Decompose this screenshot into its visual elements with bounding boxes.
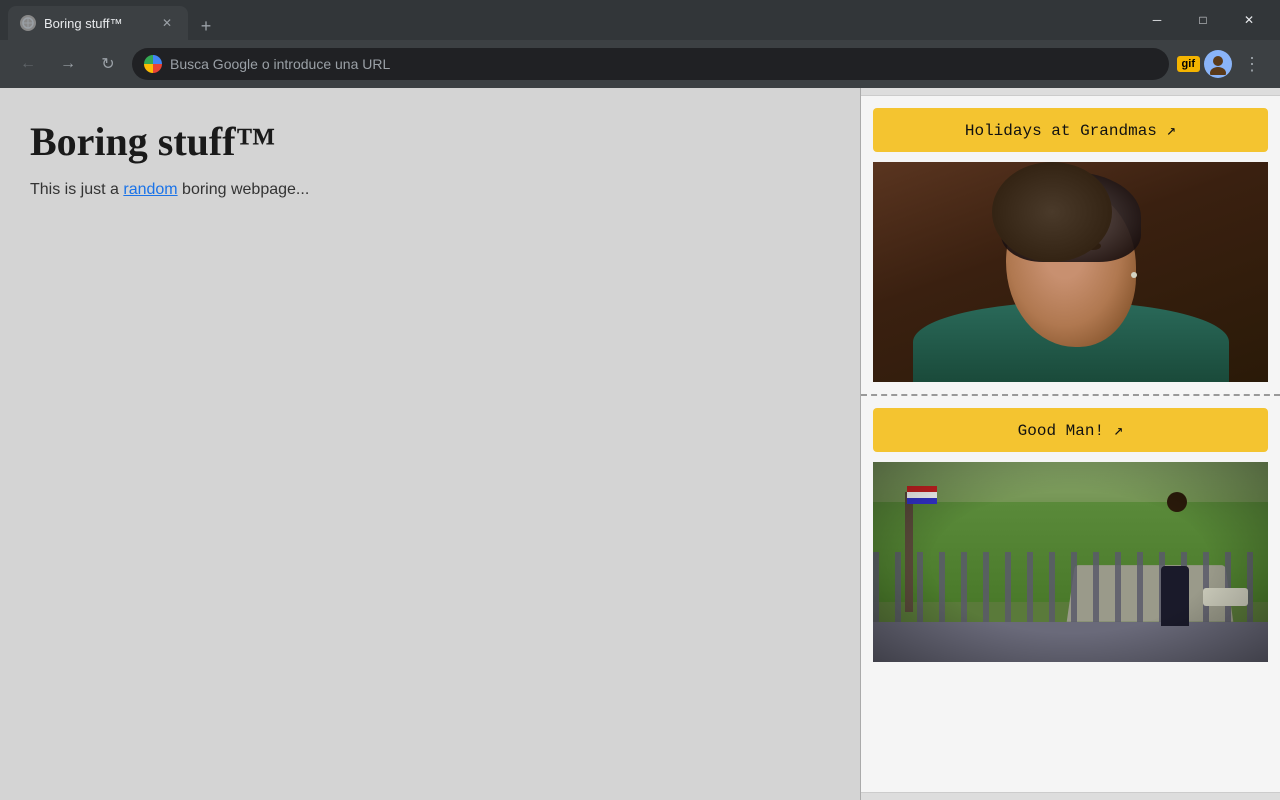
chrome-addressbar: ← → ↻ Busca Google o introduce una URL g… <box>0 40 1280 88</box>
tab-bar: Boring stuff™ ✕ + <box>8 0 1134 40</box>
close-button[interactable]: ✕ <box>1226 0 1272 40</box>
toolbar-right: gif ⋮ <box>1177 48 1268 80</box>
new-tab-button[interactable]: + <box>192 12 220 40</box>
profile-avatar[interactable] <box>1204 50 1232 78</box>
reload-button[interactable]: ↻ <box>92 48 124 80</box>
back-button[interactable]: ← <box>12 48 44 80</box>
page-heading: Boring stuff™ <box>30 118 830 165</box>
chrome-menu-button[interactable]: ⋮ <box>1236 48 1268 80</box>
popup-scroll-area[interactable]: Holidays at Grandmas ↗ <box>861 96 1280 792</box>
main-webpage: Boring stuff™ This is just a random bori… <box>0 88 860 800</box>
random-link[interactable]: random <box>123 181 177 198</box>
minimize-button[interactable]: ─ <box>1134 0 1180 40</box>
gif-extension-badge[interactable]: gif <box>1177 56 1200 72</box>
address-bar[interactable]: Busca Google o introduce una URL <box>132 48 1169 80</box>
popup-section-goodman: Good Man! ↗ <box>861 396 1280 674</box>
tab-favicon <box>20 15 36 31</box>
maximize-button[interactable]: □ <box>1180 0 1226 40</box>
scroll-bottom-indicator <box>861 792 1280 800</box>
address-text: Busca Google o introduce una URL <box>170 56 1157 72</box>
popup-panel: Holidays at Grandmas ↗ <box>860 88 1280 800</box>
good-man-button[interactable]: Good Man! ↗ <box>873 408 1268 452</box>
chrome-titlebar: Boring stuff™ ✕ + ─ □ ✕ <box>0 0 1280 40</box>
page-body-text: This is just a random boring webpage... <box>30 181 830 199</box>
google-favicon-icon <box>144 55 162 73</box>
tab-title: Boring stuff™ <box>44 16 150 31</box>
active-tab[interactable]: Boring stuff™ ✕ <box>8 6 188 40</box>
grandmas-image <box>873 162 1268 382</box>
scroll-top-indicator <box>861 88 1280 96</box>
page-content: Boring stuff™ This is just a random bori… <box>0 88 1280 800</box>
popup-section-grandmas: Holidays at Grandmas ↗ <box>861 96 1280 396</box>
window-controls: ─ □ ✕ <box>1134 0 1272 40</box>
holidays-grandmas-button[interactable]: Holidays at Grandmas ↗ <box>873 108 1268 152</box>
tab-close-button[interactable]: ✕ <box>158 14 176 32</box>
goodman-image <box>873 462 1268 662</box>
forward-button[interactable]: → <box>52 48 84 80</box>
